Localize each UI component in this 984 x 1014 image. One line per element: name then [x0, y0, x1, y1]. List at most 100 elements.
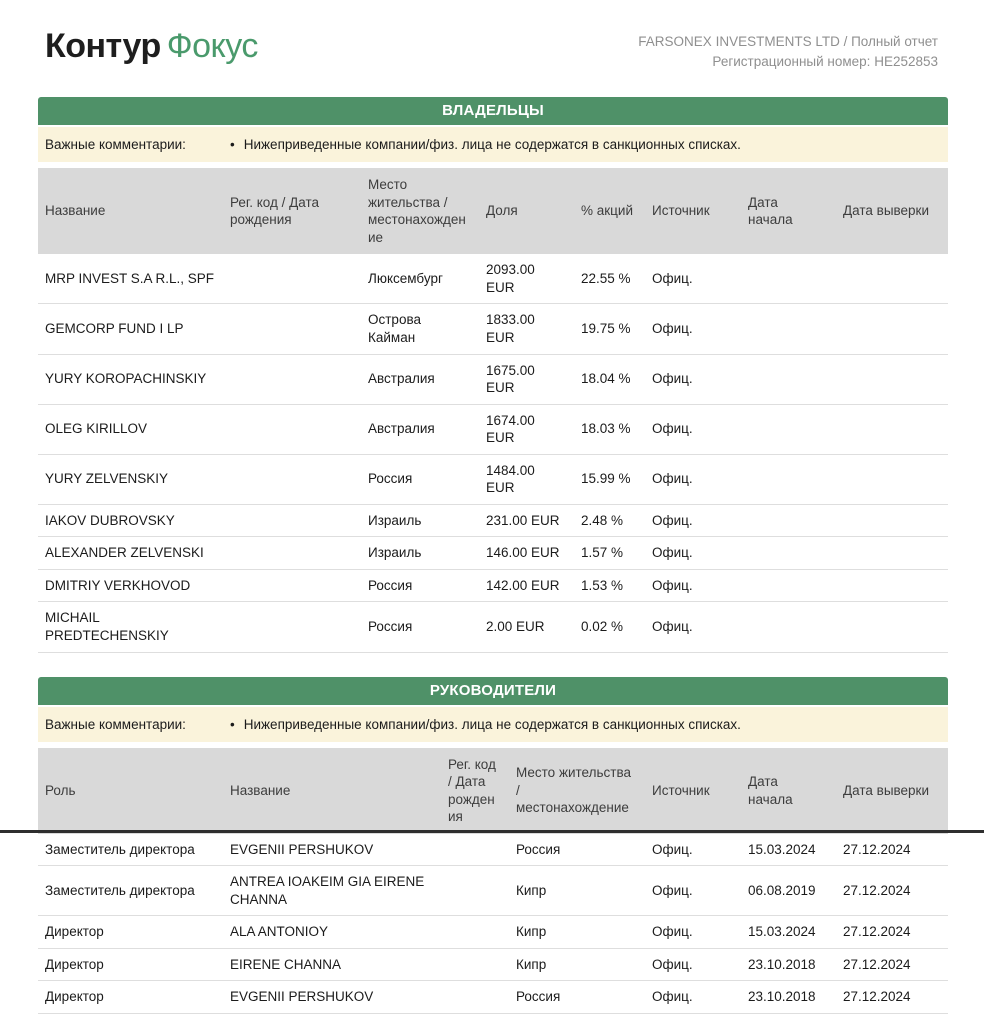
table-cell: 18.04 %	[574, 354, 645, 404]
managers-table: РольНазваниеРег. код / Дата рожденияМест…	[38, 748, 948, 1014]
table-cell	[836, 504, 948, 537]
table-cell: IAKOV DUBROVSKY	[38, 504, 223, 537]
table-cell	[223, 569, 361, 602]
table-cell: 2093.00 EUR	[479, 254, 574, 304]
table-row: ДиректорEIRENE CHANNA КипрОфиц.23.10.2018…	[38, 948, 948, 981]
table-cell: 15.03.2024	[741, 834, 836, 866]
owners-section-title: ВЛАДЕЛЬЦЫ	[38, 97, 948, 125]
table-row: ДиректорALA ANTONIOYКипрОфиц.15.03.20242…	[38, 916, 948, 949]
column-header: Рег. код / Дата рождения	[223, 168, 361, 254]
table-cell: Кипр	[509, 948, 645, 981]
column-header: % акций	[574, 168, 645, 254]
table-header-row: РольНазваниеРег. код / Дата рожденияМест…	[38, 748, 948, 834]
table-cell: Офиц.	[645, 354, 741, 404]
table-cell	[223, 304, 361, 354]
table-cell: MICHAIL PREDTECHENSKIY	[38, 602, 223, 652]
table-cell: Офиц.	[645, 602, 741, 652]
table-cell: Россия	[361, 454, 479, 504]
column-header: Название	[223, 748, 441, 834]
table-cell: 0.02 %	[574, 602, 645, 652]
column-header: Доля	[479, 168, 574, 254]
table-cell	[223, 602, 361, 652]
table-row: DMITRIY VERKHOVODРоссия142.00 EUR1.53 %О…	[38, 569, 948, 602]
page-header: КонтурФокус FARSONEX INVESTMENTS LTD / П…	[0, 0, 984, 71]
table-cell	[223, 254, 361, 304]
table-cell	[741, 569, 836, 602]
column-header: Дата выверки	[836, 748, 948, 834]
logo-focus-text: Фокус	[167, 27, 258, 65]
table-cell: Офиц.	[645, 254, 741, 304]
managers-table-header: РольНазваниеРег. код / Дата рожденияМест…	[38, 748, 948, 834]
table-cell: Офиц.	[645, 916, 741, 949]
table-cell: Офиц.	[645, 454, 741, 504]
table-cell	[741, 454, 836, 504]
table-cell: 27.12.2024	[836, 866, 948, 916]
table-cell: Офиц.	[645, 948, 741, 981]
comments-list: Нижеприведенные компании/физ. лица не со…	[230, 717, 741, 732]
column-header: Дата начала	[741, 168, 836, 254]
table-cell: 18.03 %	[574, 404, 645, 454]
table-cell: 27.12.2024	[836, 948, 948, 981]
table-cell	[441, 948, 509, 981]
table-cell: 22.55 %	[574, 254, 645, 304]
table-cell: 1675.00 EUR	[479, 354, 574, 404]
table-cell: 15.03.2024	[741, 916, 836, 949]
comment-item: Нижеприведенные компании/физ. лица не со…	[230, 717, 741, 732]
managers-comments-row: Важные комментарии: Нижеприведенные комп…	[38, 707, 948, 742]
owners-table: НазваниеРег. код / Дата рожденияМесто жи…	[38, 168, 948, 652]
table-cell: Россия	[509, 834, 645, 866]
table-cell: Кипр	[509, 866, 645, 916]
table-cell: Директор	[38, 916, 223, 949]
table-cell: EIRENE CHANNA	[223, 948, 441, 981]
comment-item: Нижеприведенные компании/физ. лица не со…	[230, 137, 741, 152]
table-cell: Кипр	[509, 916, 645, 949]
table-cell: Люксембург	[361, 254, 479, 304]
table-cell	[741, 254, 836, 304]
table-cell: 1.53 %	[574, 569, 645, 602]
table-row: MRP INVEST S.A R.L., SPFЛюксембург2093.0…	[38, 254, 948, 304]
table-cell: 06.08.2019	[741, 866, 836, 916]
table-cell: Офиц.	[645, 537, 741, 570]
table-cell	[223, 454, 361, 504]
table-cell	[741, 354, 836, 404]
table-cell: 1674.00 EUR	[479, 404, 574, 454]
comments-list: Нижеприведенные компании/физ. лица не со…	[230, 137, 741, 152]
table-cell: Директор	[38, 948, 223, 981]
table-cell: 2.00 EUR	[479, 602, 574, 652]
table-cell: EVGENII PERSHUKOV	[223, 834, 441, 866]
table-cell: OLEG KIRILLOV	[38, 404, 223, 454]
table-cell	[223, 537, 361, 570]
table-cell: Офиц.	[645, 504, 741, 537]
table-row: IAKOV DUBROVSKYИзраиль231.00 EUR2.48 %Оф…	[38, 504, 948, 537]
table-cell: 15.99 %	[574, 454, 645, 504]
table-cell: 19.75 %	[574, 304, 645, 354]
table-cell	[741, 537, 836, 570]
table-cell: Острова Кайман	[361, 304, 479, 354]
table-cell	[836, 602, 948, 652]
column-header: Место жительства / местонахождение	[509, 748, 645, 834]
table-cell	[441, 916, 509, 949]
managers-section: РУКОВОДИТЕЛИ Важные комментарии: Нижепри…	[38, 677, 948, 1014]
table-cell: 1484.00 EUR	[479, 454, 574, 504]
table-cell: YURY KOROPACHINSKIY	[38, 354, 223, 404]
table-cell: GEMCORP FUND I LP	[38, 304, 223, 354]
column-header: Место жительства / местонахождение	[361, 168, 479, 254]
table-cell: 231.00 EUR	[479, 504, 574, 537]
table-cell: Россия	[361, 569, 479, 602]
table-cell: 23.10.2018	[741, 948, 836, 981]
table-row: GEMCORP FUND I LPОстрова Кайман1833.00 E…	[38, 304, 948, 354]
table-cell: Россия	[361, 602, 479, 652]
table-cell	[741, 602, 836, 652]
column-header: Источник	[645, 748, 741, 834]
kontur-focus-logo: КонтурФокус	[45, 27, 258, 66]
table-cell: 142.00 EUR	[479, 569, 574, 602]
table-cell	[223, 504, 361, 537]
owners-section: ВЛАДЕЛЬЦЫ Важные комментарии: Нижепривед…	[38, 97, 948, 652]
table-cell: ALA ANTONIOY	[223, 916, 441, 949]
table-row: OLEG KIRILLOVАвстралия1674.00 EUR18.03 %…	[38, 404, 948, 454]
table-row: YURY KOROPACHINSKIYАвстралия1675.00 EUR1…	[38, 354, 948, 404]
managers-table-body: Заместитель директораEVGENII PERSHUKOVРо…	[38, 834, 948, 1014]
table-row: YURY ZELVENSKIYРоссия1484.00 EUR15.99 %О…	[38, 454, 948, 504]
table-row: MICHAIL PREDTECHENSKIY Россия2.00 EUR0.02…	[38, 602, 948, 652]
table-cell: 1.57 %	[574, 537, 645, 570]
